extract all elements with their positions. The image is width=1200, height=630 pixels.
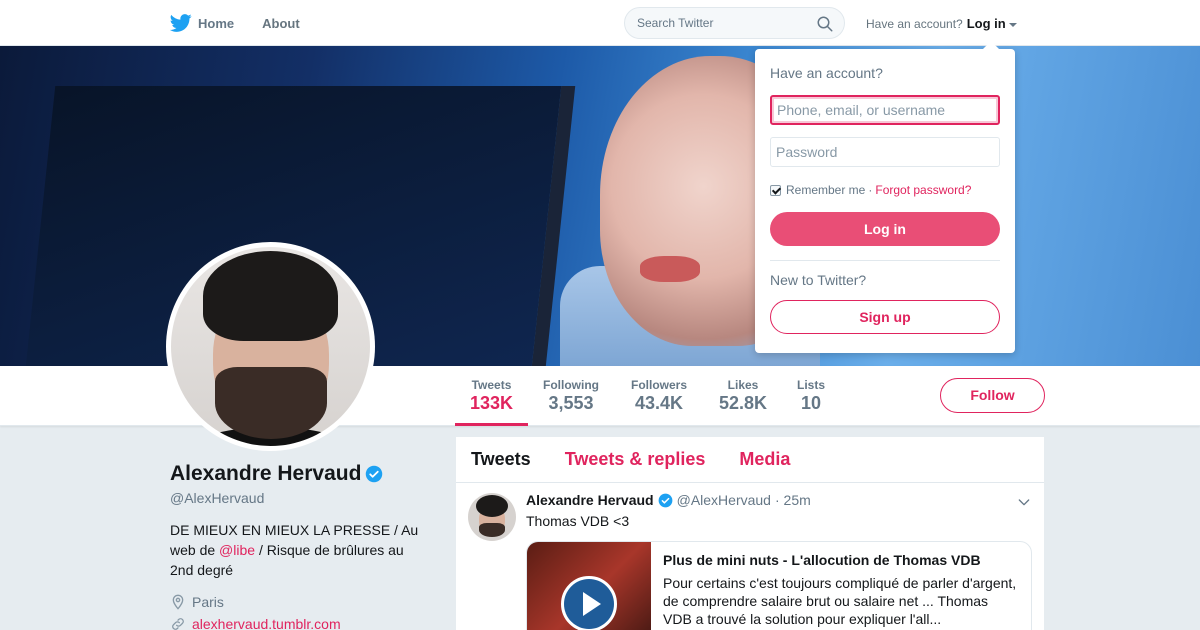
- login-link[interactable]: Log in: [967, 16, 1006, 31]
- play-icon-circle: [564, 579, 614, 629]
- play-icon-triangle: [583, 592, 601, 616]
- stat-value: 52.8K: [719, 393, 768, 413]
- play-icon[interactable]: [561, 576, 617, 630]
- location-pin-icon: [172, 594, 184, 610]
- have-account-text: Have an account?: [866, 16, 963, 31]
- card-thumbnail: [527, 542, 651, 630]
- account-menu[interactable]: Have an account? Log in: [866, 16, 1017, 31]
- new-to-twitter-text: New to Twitter?: [770, 272, 867, 288]
- dropdown-divider: [770, 260, 1000, 261]
- tweet-avatar-hair: [476, 495, 508, 517]
- stat-label: Likes: [727, 378, 759, 392]
- tweet-author-handle[interactable]: @AlexHervaud: [677, 492, 771, 508]
- remember-me-label[interactable]: Remember me: [786, 183, 865, 197]
- location-text: Paris: [192, 594, 224, 610]
- nav-about[interactable]: About: [262, 16, 300, 31]
- stat-label: Followers: [631, 378, 688, 392]
- bio-mention-link[interactable]: @libe: [219, 542, 255, 558]
- follow-button[interactable]: Follow: [940, 378, 1045, 413]
- tweet-timestamp[interactable]: · 25m: [775, 492, 811, 508]
- tweet-header: Alexandre Hervaud @AlexHervaud · 25m: [526, 492, 811, 508]
- verified-badge-icon: [366, 465, 383, 483]
- stat-label: Tweets: [471, 378, 512, 392]
- stat-value: 133K: [470, 393, 514, 413]
- tweet-text: Thomas VDB <3: [526, 513, 630, 529]
- link-icon: [172, 618, 184, 630]
- top-navigation: Home About Have an account? Log in: [0, 0, 1200, 46]
- card-body: Plus de mini nuts - L'allocution de Thom…: [651, 542, 1031, 630]
- nav-home-label: Home: [198, 15, 235, 31]
- stat-followers[interactable]: Followers 43.4K: [631, 378, 687, 414]
- stat-likes[interactable]: Likes 52.8K: [719, 378, 767, 414]
- remember-me-checkbox[interactable]: [770, 184, 781, 196]
- avatar-hair: [203, 251, 338, 341]
- chevron-down-icon[interactable]: [1016, 494, 1032, 510]
- stat-value: 10: [800, 393, 822, 413]
- tweet-link-card[interactable]: Plus de mini nuts - L'allocution de Thom…: [526, 541, 1032, 630]
- username-input[interactable]: [770, 95, 1000, 125]
- tweet-avatar[interactable]: [468, 493, 516, 541]
- profile-name[interactable]: Alexandre Hervaud: [170, 462, 361, 486]
- signup-button[interactable]: Sign up: [770, 300, 1000, 334]
- avatar-beard: [215, 367, 327, 439]
- banner-mouth-shape: [640, 256, 700, 282]
- profile-sidebar: Alexandre Hervaud @AlexHervaud DE MIEUX …: [170, 462, 430, 630]
- verified-badge-icon: [658, 493, 672, 507]
- profile-avatar[interactable]: [166, 242, 375, 451]
- forgot-password-link[interactable]: Forgot password?: [875, 183, 971, 197]
- dropdown-title: Have an account?: [770, 65, 883, 81]
- stat-tweets[interactable]: Tweets 133K: [454, 378, 529, 426]
- profile-location: Paris: [170, 594, 430, 610]
- caret-down-icon: [1008, 22, 1017, 27]
- tweet[interactable]: Alexandre Hervaud @AlexHervaud · 25m Tho…: [456, 437, 1044, 630]
- separator-dot: ·: [868, 183, 873, 197]
- login-dropdown: Have an account? Remember me · Forgot pa…: [755, 41, 1015, 353]
- search-box[interactable]: [624, 7, 845, 39]
- website-link[interactable]: alexhervaud.tumblr.com: [192, 616, 341, 630]
- twitter-bird-icon: [170, 14, 192, 32]
- search-input[interactable]: [637, 16, 807, 30]
- stat-lists[interactable]: Lists 10: [797, 378, 825, 414]
- nav-home[interactable]: Home: [170, 12, 234, 34]
- stat-label: Following: [543, 378, 599, 392]
- tweet-author-name[interactable]: Alexandre Hervaud: [526, 492, 654, 508]
- card-title: Plus de mini nuts - L'allocution de Thom…: [663, 552, 981, 568]
- stat-label: Lists: [797, 378, 826, 392]
- nav-about-label: About: [262, 15, 300, 31]
- stat-following[interactable]: Following 3,553: [543, 378, 599, 414]
- profile-handle[interactable]: @AlexHervaud: [170, 490, 430, 506]
- nav-left: Home About: [170, 0, 328, 46]
- profile-bio: DE MIEUX EN MIEUX LA PRESSE / Au web de …: [170, 520, 430, 580]
- login-button[interactable]: Log in: [770, 212, 1000, 246]
- stat-value: 3,553: [548, 393, 594, 413]
- profile-website[interactable]: alexhervaud.tumblr.com: [170, 616, 430, 630]
- tweet-avatar-beard: [479, 523, 505, 537]
- remember-row: Remember me · Forgot password?: [770, 183, 971, 197]
- stat-value: 43.4K: [634, 393, 684, 413]
- password-input[interactable]: [770, 137, 1000, 167]
- card-description: Pour certains c'est toujours compliqué d…: [663, 575, 1017, 627]
- avatar-photo: [171, 247, 370, 446]
- profile-name-row: Alexandre Hervaud: [170, 462, 430, 486]
- search-icon[interactable]: [816, 15, 834, 33]
